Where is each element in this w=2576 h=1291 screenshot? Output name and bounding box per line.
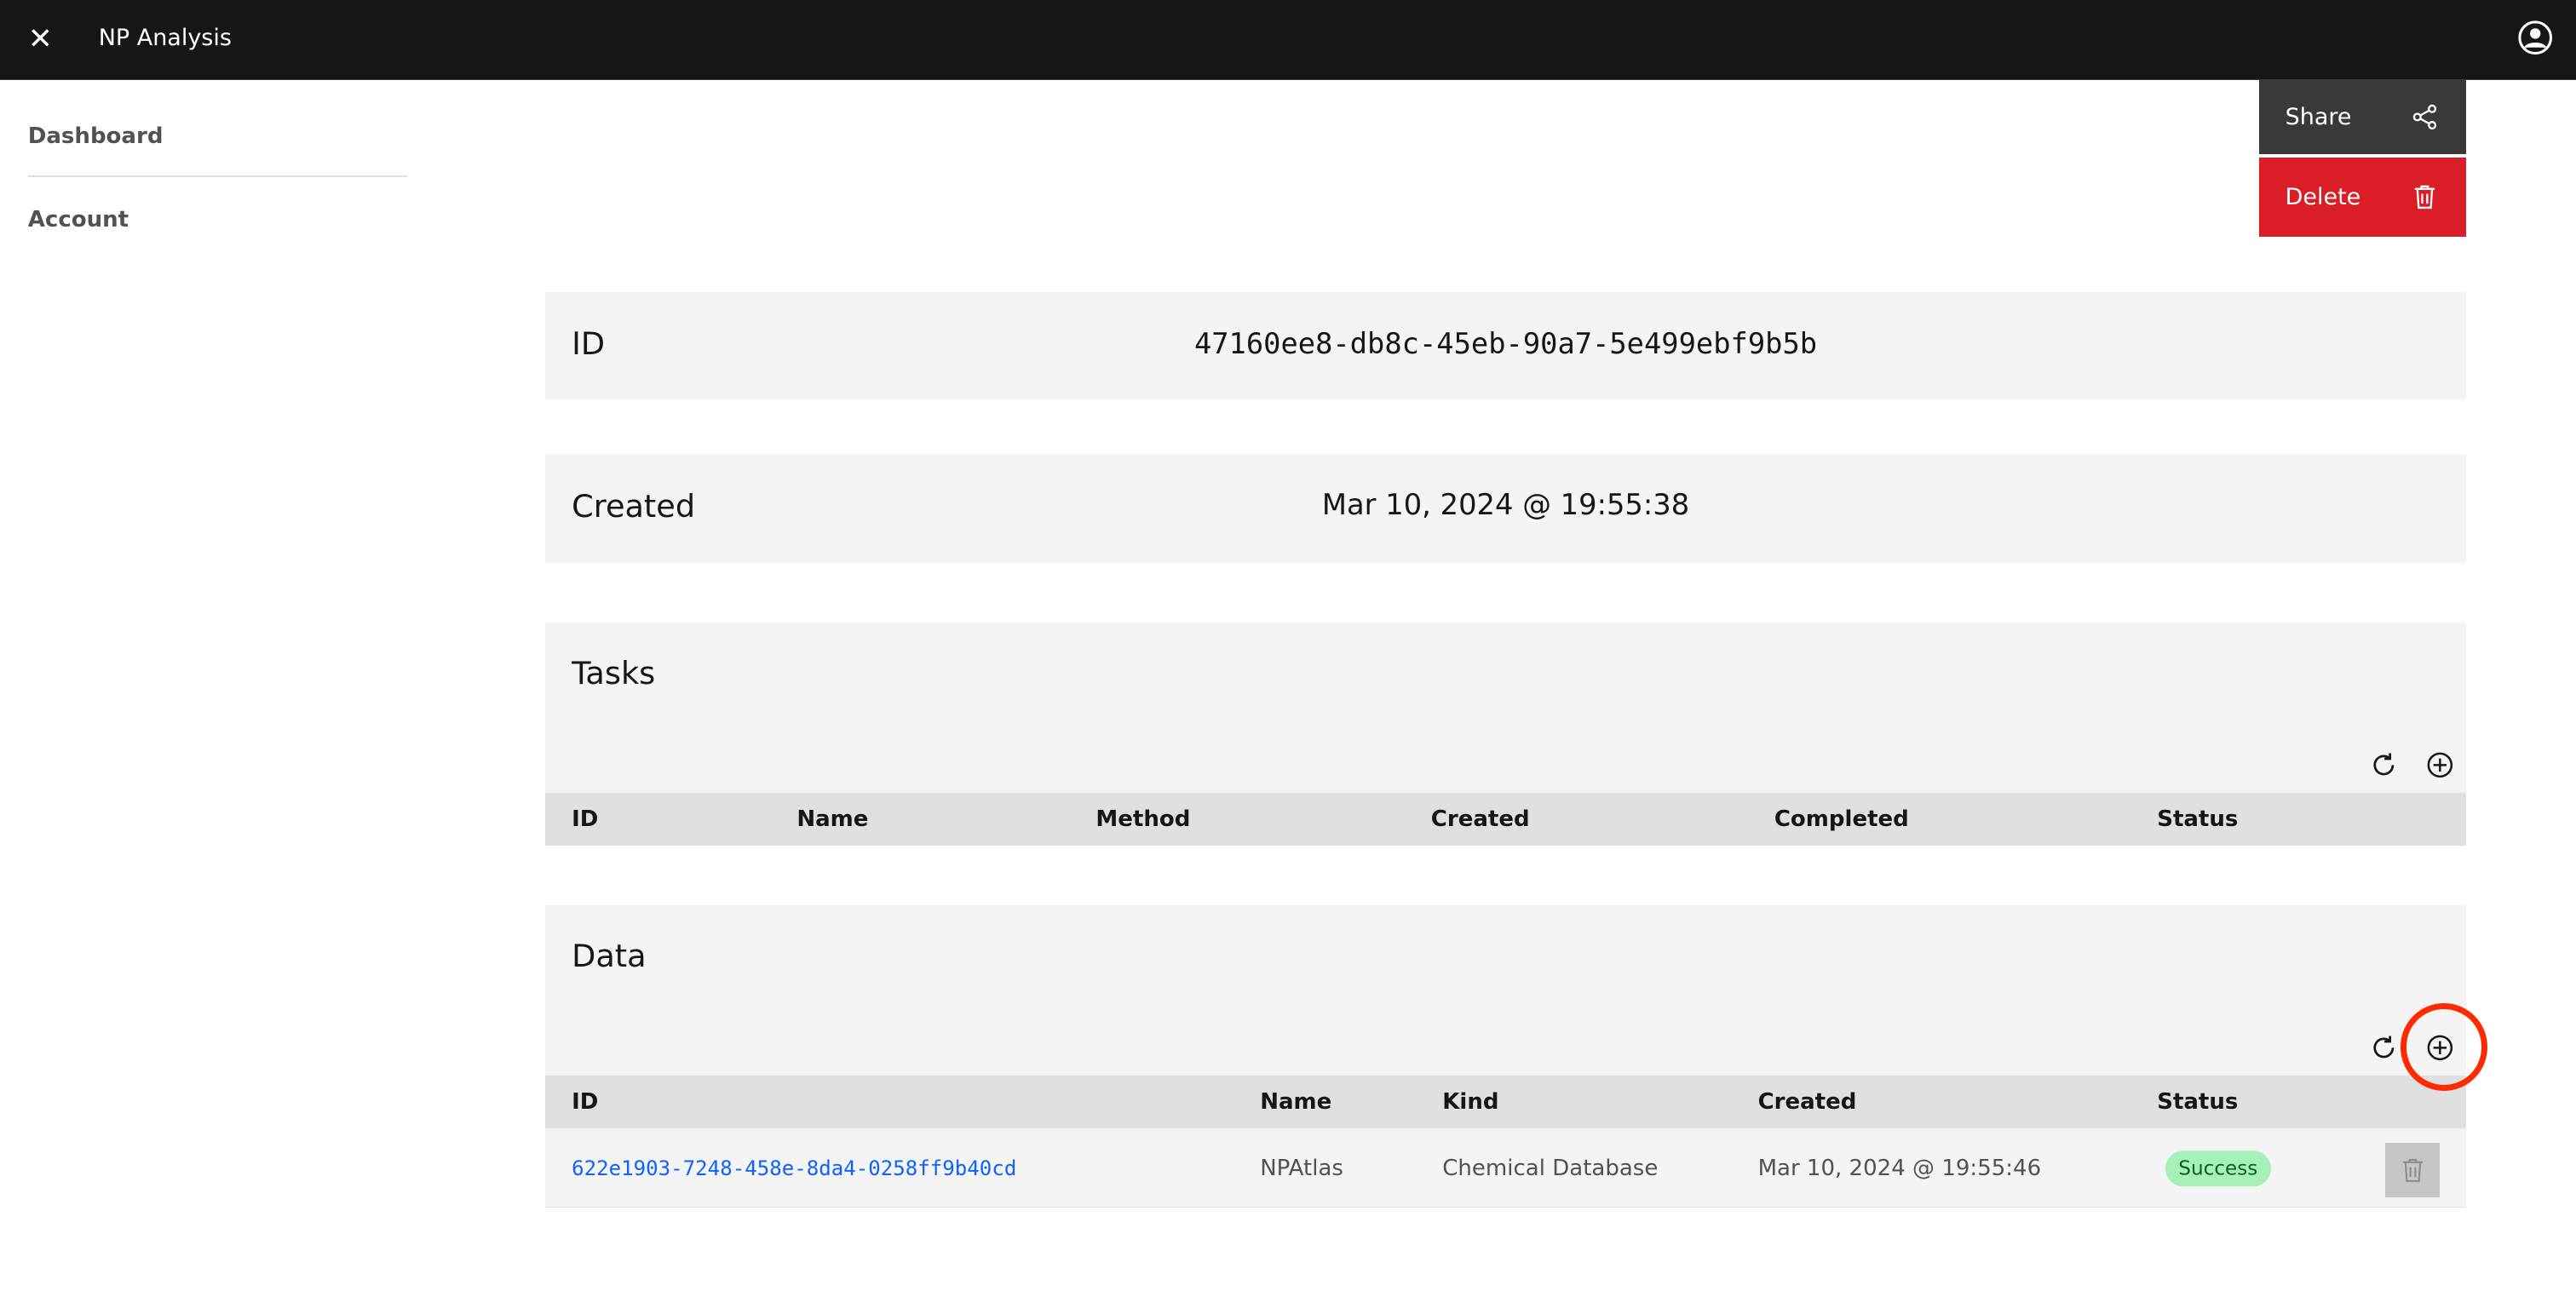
data-card: Data ID Name Kind Created Status 622e190… [545,904,2466,1208]
refresh-icon[interactable] [2369,750,2399,780]
tasks-table-header: ID Name Method Created Completed Status [545,793,2466,846]
data-id-link[interactable]: 622e1903-7248-458e-8da4-0258ff9b40cd [572,1156,1016,1180]
close-icon[interactable]: ✕ [28,23,58,56]
created-card: Created Mar 10, 2024 @ 19:55:38 [545,455,2466,564]
share-button[interactable]: Share [2258,80,2466,155]
delete-row-button[interactable] [2385,1143,2440,1197]
col-completed[interactable]: Completed [1774,806,1909,832]
top-bar: ✕ NP Analysis [0,0,2576,80]
refresh-icon[interactable] [2369,1033,2399,1063]
col-name[interactable]: Name [796,806,868,832]
user-avatar-icon[interactable] [2517,20,2553,55]
delete-button[interactable]: Delete [2258,158,2466,237]
highlight-ring [2400,1003,2488,1092]
col-name[interactable]: Name [1260,1089,1331,1115]
trash-icon [2414,185,2435,209]
data-title: Data [572,938,647,975]
tasks-card: Tasks ID Name Method Created Completed S… [545,622,2466,846]
share-label: Share [2285,104,2352,131]
id-card: ID 47160ee8-db8c-45eb-90a7-5e499ebf9b5b [545,292,2466,399]
sidebar-item-dashboard[interactable]: Dashboard [28,123,164,149]
created-value: Mar 10, 2024 @ 19:55:38 [1321,487,1690,521]
col-kind[interactable]: Kind [1442,1089,1498,1115]
data-table-header: ID Name Kind Created Status [545,1076,2466,1128]
col-method[interactable]: Method [1095,806,1190,832]
sidebar-item-account[interactable]: Account [28,207,129,232]
col-id[interactable]: ID [572,1089,598,1115]
app-title: NP Analysis [98,24,232,51]
col-status[interactable]: Status [2157,1089,2238,1115]
trash-icon [2402,1158,2423,1182]
add-icon[interactable] [2425,750,2455,780]
data-kind: Chemical Database [1442,1156,1659,1182]
status-badge: Success [2165,1150,2271,1186]
data-name: NPAtlas [1260,1156,1343,1182]
sidebar-divider [27,175,408,178]
col-status[interactable]: Status [2157,806,2238,832]
col-id[interactable]: ID [572,806,598,832]
tasks-title: Tasks [572,655,656,692]
col-created[interactable]: Created [1431,806,1530,832]
delete-label: Delete [2285,183,2361,210]
id-value: 47160ee8-db8c-45eb-90a7-5e499ebf9b5b [1193,326,1818,360]
data-created: Mar 10, 2024 @ 19:55:46 [1757,1156,2042,1182]
col-created[interactable]: Created [1758,1089,1857,1115]
table-row: 622e1903-7248-458e-8da4-0258ff9b40cd NPA… [545,1129,2466,1208]
share-icon [2412,105,2437,130]
